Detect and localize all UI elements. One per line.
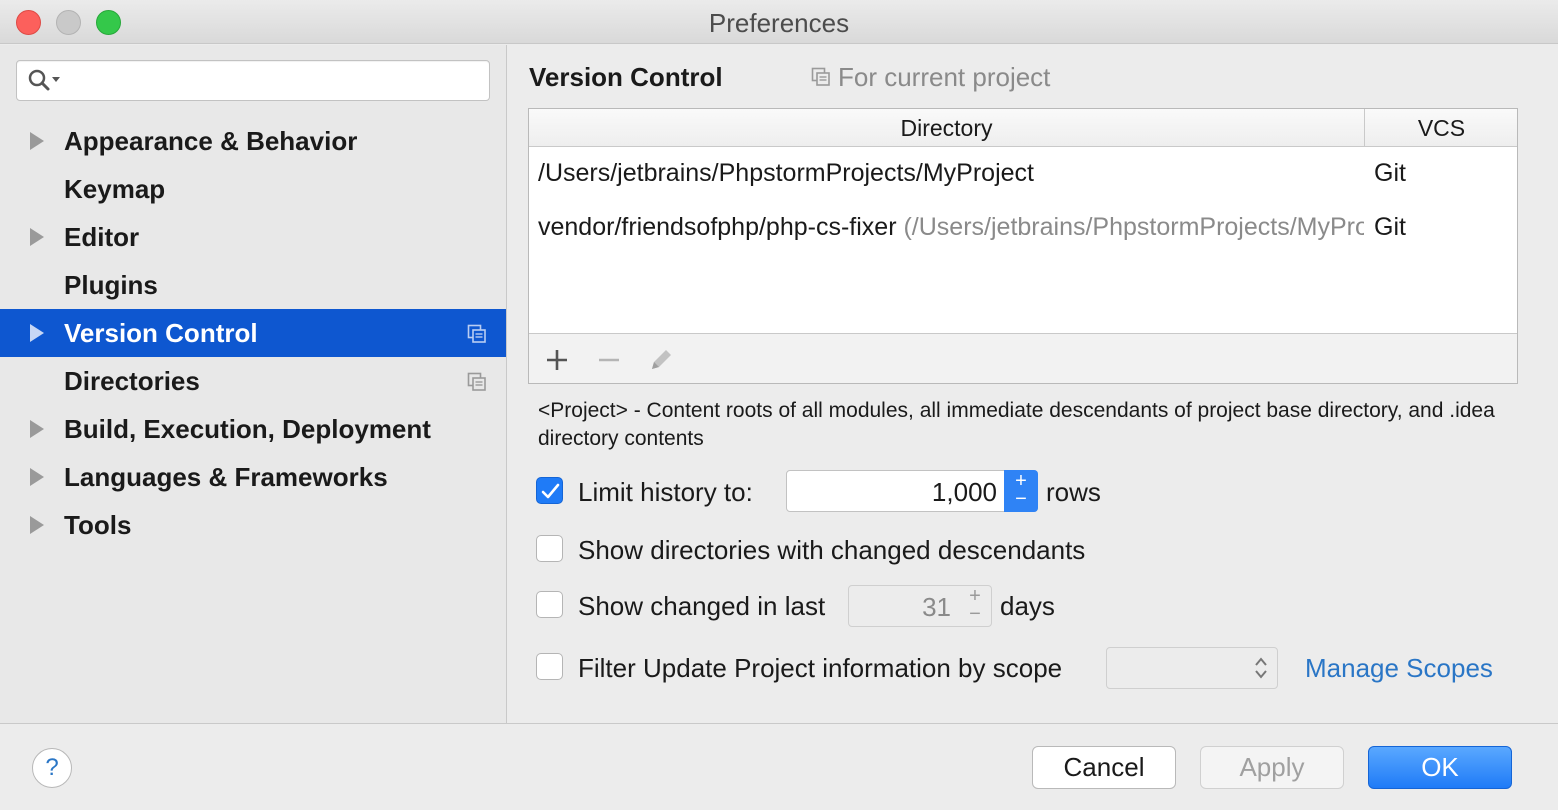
edit-icon[interactable] — [647, 346, 675, 374]
filter-scope-label: Filter Update Project information by sco… — [578, 653, 1062, 684]
dialog-footer: ? Cancel Apply OK — [0, 723, 1558, 810]
search-icon[interactable] — [27, 68, 63, 94]
apply-button[interactable]: Apply — [1200, 746, 1344, 789]
vcs-cell: Git — [1374, 159, 1406, 188]
sidebar-item-directories[interactable]: Directories — [0, 357, 506, 405]
table-toolbar — [529, 333, 1517, 383]
show-dirs-row: Show directories with changed descendant… — [536, 529, 1526, 569]
sidebar-item-label: Tools — [64, 510, 131, 541]
directory-full-path: (/Users/jetbrains/PhpstormProjects/MyPro… — [903, 213, 1364, 241]
scope-note: For current project — [838, 62, 1050, 93]
project-settings-icon — [467, 324, 487, 344]
vcs-cell: Git — [1374, 213, 1406, 242]
expand-arrow-icon[interactable] — [30, 324, 44, 342]
ok-button[interactable]: OK — [1368, 746, 1512, 789]
show-changed-row: Show changed in last 31 + − days — [536, 585, 1526, 625]
project-settings-icon — [467, 372, 487, 392]
scope-select[interactable] — [1106, 647, 1278, 689]
add-icon[interactable] — [543, 346, 571, 374]
expand-arrow-icon[interactable] — [30, 132, 44, 150]
column-header-vcs[interactable]: VCS — [1366, 109, 1517, 147]
expand-arrow-icon[interactable] — [30, 516, 44, 534]
expand-arrow-icon[interactable] — [30, 228, 44, 246]
project-settings-icon — [811, 67, 831, 87]
sidebar-item-label: Version Control — [64, 318, 258, 349]
show-changed-checkbox[interactable] — [536, 591, 563, 618]
limit-history-label: Limit history to: — [578, 477, 753, 508]
filter-scope-checkbox[interactable] — [536, 653, 563, 680]
sidebar-item-label: Directories — [64, 366, 200, 397]
limit-history-value[interactable]: 1,000 — [932, 477, 997, 508]
remove-icon[interactable] — [595, 346, 623, 374]
table-row[interactable]: /Users/jetbrains/PhpstormProjects/MyProj… — [529, 147, 1517, 201]
sidebar-item-label: Keymap — [64, 174, 165, 205]
sidebar-item-keymap[interactable]: Keymap — [0, 165, 506, 213]
table-row[interactable]: vendor/friendsofphp/php-cs-fixer (/Users… — [529, 201, 1517, 255]
sidebar-item-editor[interactable]: Editor — [0, 213, 506, 261]
up-down-chevron-icon — [1251, 654, 1271, 682]
window-title: Preferences — [0, 8, 1558, 39]
limit-history-checkbox[interactable] — [536, 477, 563, 504]
limit-history-spinner[interactable]: 1,000 + − — [786, 470, 1038, 512]
expand-arrow-icon[interactable] — [30, 468, 44, 486]
directory-cell: vendor/friendsofphp/php-cs-fixer (/Users… — [538, 213, 1364, 242]
settings-tree: Appearance & Behavior Keymap Editor Plug… — [0, 117, 506, 549]
directory-path: /Users/jetbrains/PhpstormProjects/MyProj… — [538, 159, 1034, 187]
sidebar-item-label: Languages & Frameworks — [64, 462, 388, 493]
help-button[interactable]: ? — [32, 748, 72, 788]
settings-content: Version Control For current project Dire… — [508, 45, 1558, 723]
search-input[interactable] — [67, 67, 477, 95]
page-title: Version Control — [529, 62, 723, 93]
checkmark-icon — [540, 481, 561, 502]
sidebar-item-tools[interactable]: Tools — [0, 501, 506, 549]
manage-scopes-link[interactable]: Manage Scopes — [1305, 653, 1493, 684]
vcs-mappings-table: Directory VCS /Users/jetbrains/PhpstormP… — [528, 108, 1518, 384]
show-dirs-label: Show directories with changed descendant… — [578, 535, 1085, 566]
column-header-directory[interactable]: Directory — [529, 109, 1365, 147]
preferences-window: Preferences Appearance & Behavior Keymap… — [0, 0, 1558, 810]
cancel-button[interactable]: Cancel — [1032, 746, 1176, 789]
show-dirs-checkbox[interactable] — [536, 535, 563, 562]
filter-scope-row: Filter Update Project information by sco… — [536, 647, 1536, 687]
search-field[interactable] — [16, 60, 490, 101]
sidebar-item-label: Appearance & Behavior — [64, 126, 357, 157]
directories-hint: <Project> - Content roots of all modules… — [538, 397, 1518, 453]
show-changed-spinner[interactable]: 31 + − — [848, 585, 992, 627]
limit-history-row: Limit history to: 1,000 + − rows — [536, 471, 1526, 511]
show-changed-stepper[interactable]: + − — [958, 585, 992, 627]
directory-cell: /Users/jetbrains/PhpstormProjects/MyProj… — [538, 159, 1364, 188]
sidebar-item-label: Build, Execution, Deployment — [64, 414, 431, 445]
directory-path: vendor/friendsofphp/php-cs-fixer — [538, 213, 897, 241]
show-changed-suffix: days — [1000, 591, 1055, 622]
sidebar-item-label: Plugins — [64, 270, 158, 301]
limit-history-stepper[interactable]: + − — [1004, 470, 1038, 512]
title-bar: Preferences — [0, 0, 1558, 44]
show-changed-label: Show changed in last — [578, 591, 825, 622]
show-changed-value[interactable]: 31 — [922, 592, 951, 623]
sidebar-item-plugins[interactable]: Plugins — [0, 261, 506, 309]
sidebar-item-languages-frameworks[interactable]: Languages & Frameworks — [0, 453, 506, 501]
table-header: Directory VCS — [529, 109, 1517, 147]
limit-history-suffix: rows — [1046, 477, 1101, 508]
settings-sidebar: Appearance & Behavior Keymap Editor Plug… — [0, 45, 507, 723]
sidebar-item-label: Editor — [64, 222, 139, 253]
sidebar-item-version-control[interactable]: Version Control — [0, 309, 506, 357]
decrement-icon[interactable]: − — [1004, 489, 1038, 509]
decrement-icon[interactable]: − — [958, 604, 992, 624]
sidebar-item-build-execution-deployment[interactable]: Build, Execution, Deployment — [0, 405, 506, 453]
expand-arrow-icon[interactable] — [30, 420, 44, 438]
sidebar-item-appearance-behavior[interactable]: Appearance & Behavior — [0, 117, 506, 165]
